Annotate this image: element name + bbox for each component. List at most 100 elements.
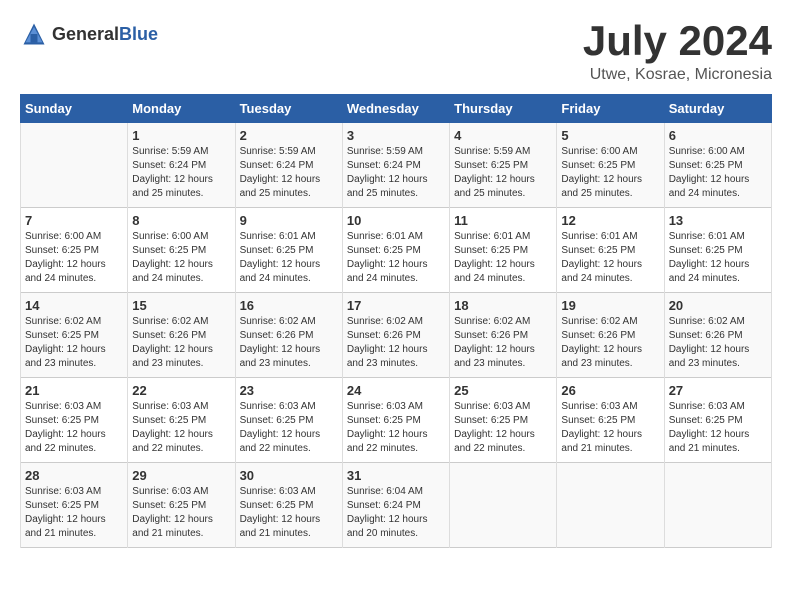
- calendar-day-cell: 28Sunrise: 6:03 AMSunset: 6:25 PMDayligh…: [21, 463, 128, 548]
- day-info: Sunrise: 6:00 AMSunset: 6:25 PMDaylight:…: [25, 230, 123, 286]
- calendar-day-cell: 9Sunrise: 6:01 AMSunset: 6:25 PMDaylight…: [235, 208, 342, 293]
- calendar-day-cell: 23 Sunrise: 6:03 AMSunset: 6:25 PMDayligh…: [235, 378, 342, 463]
- day-number: 20: [669, 298, 767, 313]
- calendar-day-cell: 12 Sunrise: 6:01 AMSunset: 6:25 PMDayligh…: [557, 208, 664, 293]
- header-friday: Friday: [557, 95, 664, 123]
- location-title: Utwe, Kosrae, Micronesia: [583, 66, 772, 84]
- calendar-day-cell: 4Sunrise: 5:59 AMSunset: 6:25 PMDaylight…: [450, 123, 557, 208]
- day-number: 28: [25, 468, 123, 483]
- day-number: 31: [347, 468, 445, 483]
- calendar-day-cell: [664, 463, 771, 548]
- header-monday: Monday: [128, 95, 235, 123]
- calendar-day-cell: 17Sunrise: 6:02 AMSunset: 6:26 PMDayligh…: [342, 293, 449, 378]
- day-info: Sunrise: 6:00 AMSunset: 6:25 PMDaylight:…: [561, 145, 659, 201]
- calendar-day-cell: 14Sunrise: 6:02 AMSunset: 6:25 PMDayligh…: [21, 293, 128, 378]
- day-number: 19: [561, 298, 659, 313]
- day-info: Sunrise: 6:03 AMSunset: 6:25 PMDaylight:…: [240, 400, 338, 456]
- day-number: 5: [561, 128, 659, 143]
- day-number: 26: [561, 383, 659, 398]
- calendar-day-cell: 8 Sunrise: 6:00 AMSunset: 6:25 PMDaylight…: [128, 208, 235, 293]
- calendar-day-cell: 11 Sunrise: 6:01 AMSunset: 6:25 PMDayligh…: [450, 208, 557, 293]
- calendar-day-cell: 19Sunrise: 6:02 AMSunset: 6:26 PMDayligh…: [557, 293, 664, 378]
- day-info: Sunrise: 6:01 AMSunset: 6:25 PMDaylight:…: [454, 230, 552, 286]
- day-info: Sunrise: 6:03 AMSunset: 6:25 PMDaylight:…: [25, 400, 123, 456]
- calendar-day-cell: 31 Sunrise: 6:04 AMSunset: 6:24 PMDayligh…: [342, 463, 449, 548]
- day-info: Sunrise: 6:02 AMSunset: 6:26 PMDaylight:…: [132, 315, 230, 371]
- day-number: 12: [561, 213, 659, 228]
- day-info: Sunrise: 6:01 AMSunset: 6:25 PMDaylight:…: [240, 230, 338, 286]
- day-info: Sunrise: 5:59 AMSunset: 6:24 PMDaylight:…: [132, 145, 230, 201]
- day-info: Sunrise: 6:03 AMSunset: 6:25 PMDaylight:…: [240, 485, 338, 541]
- day-number: 10: [347, 213, 445, 228]
- calendar-day-cell: 27Sunrise: 6:03 AMSunset: 6:25 PMDayligh…: [664, 378, 771, 463]
- day-info: Sunrise: 6:01 AMSunset: 6:25 PMDaylight:…: [669, 230, 767, 286]
- day-info: Sunrise: 6:02 AMSunset: 6:26 PMDaylight:…: [454, 315, 552, 371]
- day-info: Sunrise: 6:01 AMSunset: 6:25 PMDaylight:…: [561, 230, 659, 286]
- calendar-day-cell: 6Sunrise: 6:00 AMSunset: 6:25 PMDaylight…: [664, 123, 771, 208]
- calendar-day-cell: 7 Sunrise: 6:00 AMSunset: 6:25 PMDaylight…: [21, 208, 128, 293]
- calendar-day-cell: 21 Sunrise: 6:03 AMSunset: 6:25 PMDayligh…: [21, 378, 128, 463]
- day-info: Sunrise: 6:03 AMSunset: 6:25 PMDaylight:…: [669, 400, 767, 456]
- day-number: 13: [669, 213, 767, 228]
- calendar-day-cell: [21, 123, 128, 208]
- day-info: Sunrise: 6:01 AMSunset: 6:25 PMDaylight:…: [347, 230, 445, 286]
- calendar-day-cell: 30 Sunrise: 6:03 AMSunset: 6:25 PMDayligh…: [235, 463, 342, 548]
- calendar-day-cell: 24Sunrise: 6:03 AMSunset: 6:25 PMDayligh…: [342, 378, 449, 463]
- calendar-day-cell: 3Sunrise: 5:59 AMSunset: 6:24 PMDaylight…: [342, 123, 449, 208]
- logo-text-general: General: [52, 24, 119, 44]
- header-wednesday: Wednesday: [342, 95, 449, 123]
- calendar-week-row: 28 Sunrise: 6:03 AMSunset: 6:25 PMDayligh…: [21, 463, 772, 548]
- header: GeneralBlue July 2024 Utwe, Kosrae, Micr…: [20, 20, 772, 84]
- day-info: Sunrise: 6:03 AMSunset: 6:25 PMDaylight:…: [132, 400, 230, 456]
- day-info: Sunrise: 6:02 AMSunset: 6:26 PMDaylight:…: [669, 315, 767, 371]
- header-saturday: Saturday: [664, 95, 771, 123]
- calendar-header-row: Sunday Monday Tuesday Wednesday Thursday…: [21, 95, 772, 123]
- calendar-day-cell: 29Sunrise: 6:03 AMSunset: 6:25 PMDayligh…: [128, 463, 235, 548]
- calendar-day-cell: 13 Sunrise: 6:01 AMSunset: 6:25 PMDayligh…: [664, 208, 771, 293]
- calendar-day-cell: [557, 463, 664, 548]
- day-number: 11: [454, 213, 552, 228]
- header-tuesday: Tuesday: [235, 95, 342, 123]
- day-number: 18: [454, 298, 552, 313]
- calendar-day-cell: [450, 463, 557, 548]
- calendar-day-cell: 26Sunrise: 6:03 AMSunset: 6:25 PMDayligh…: [557, 378, 664, 463]
- calendar-day-cell: 1 Sunrise: 5:59 AMSunset: 6:24 PMDaylight…: [128, 123, 235, 208]
- day-number: 8: [132, 213, 230, 228]
- day-info: Sunrise: 6:03 AMSunset: 6:25 PMDaylight:…: [454, 400, 552, 456]
- calendar-table: Sunday Monday Tuesday Wednesday Thursday…: [20, 94, 772, 548]
- calendar-day-cell: 20 Sunrise: 6:02 AMSunset: 6:26 PMDayligh…: [664, 293, 771, 378]
- day-number: 16: [240, 298, 338, 313]
- calendar-day-cell: 18 Sunrise: 6:02 AMSunset: 6:26 PMDayligh…: [450, 293, 557, 378]
- calendar-day-cell: 25Sunrise: 6:03 AMSunset: 6:25 PMDayligh…: [450, 378, 557, 463]
- day-number: 4: [454, 128, 552, 143]
- day-number: 21: [25, 383, 123, 398]
- day-number: 1: [132, 128, 230, 143]
- logo-icon: [20, 20, 48, 48]
- calendar-week-row: 1 Sunrise: 5:59 AMSunset: 6:24 PMDaylight…: [21, 123, 772, 208]
- calendar-day-cell: 10 Sunrise: 6:01 AMSunset: 6:25 PMDayligh…: [342, 208, 449, 293]
- calendar-day-cell: 2Sunrise: 5:59 AMSunset: 6:24 PMDaylight…: [235, 123, 342, 208]
- logo: GeneralBlue: [20, 20, 158, 48]
- calendar-week-row: 21 Sunrise: 6:03 AMSunset: 6:25 PMDayligh…: [21, 378, 772, 463]
- header-sunday: Sunday: [21, 95, 128, 123]
- day-number: 30: [240, 468, 338, 483]
- calendar-day-cell: 22Sunrise: 6:03 AMSunset: 6:25 PMDayligh…: [128, 378, 235, 463]
- calendar-week-row: 14Sunrise: 6:02 AMSunset: 6:25 PMDayligh…: [21, 293, 772, 378]
- calendar-day-cell: 16Sunrise: 6:02 AMSunset: 6:26 PMDayligh…: [235, 293, 342, 378]
- day-number: 3: [347, 128, 445, 143]
- day-info: Sunrise: 6:04 AMSunset: 6:24 PMDaylight:…: [347, 485, 445, 541]
- day-number: 23: [240, 383, 338, 398]
- day-number: 15: [132, 298, 230, 313]
- calendar-day-cell: 15 Sunrise: 6:02 AMSunset: 6:26 PMDayligh…: [128, 293, 235, 378]
- calendar-day-cell: 5 Sunrise: 6:00 AMSunset: 6:25 PMDaylight…: [557, 123, 664, 208]
- day-info: Sunrise: 5:59 AMSunset: 6:24 PMDaylight:…: [240, 145, 338, 201]
- day-number: 6: [669, 128, 767, 143]
- day-number: 17: [347, 298, 445, 313]
- page-container: GeneralBlue July 2024 Utwe, Kosrae, Micr…: [20, 20, 772, 548]
- day-info: Sunrise: 6:00 AMSunset: 6:25 PMDaylight:…: [132, 230, 230, 286]
- day-number: 7: [25, 213, 123, 228]
- day-number: 29: [132, 468, 230, 483]
- header-thursday: Thursday: [450, 95, 557, 123]
- calendar-week-row: 7 Sunrise: 6:00 AMSunset: 6:25 PMDaylight…: [21, 208, 772, 293]
- title-section: July 2024 Utwe, Kosrae, Micronesia: [583, 20, 772, 84]
